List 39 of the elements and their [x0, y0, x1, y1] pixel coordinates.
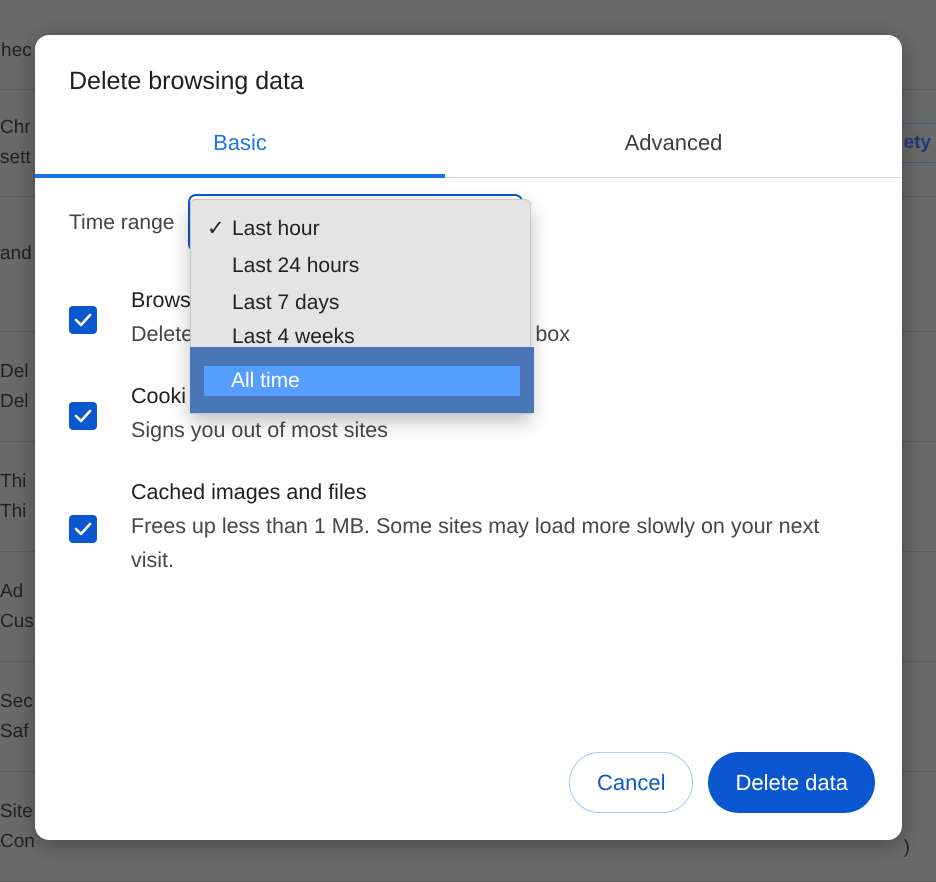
check-mark: ✓: [207, 216, 225, 241]
menu-item[interactable]: ✓ Last hour: [191, 210, 530, 247]
section-heading: and: [0, 243, 32, 265]
tab[interactable]: Basic: [35, 114, 445, 178]
checkbox[interactable]: [69, 514, 97, 542]
row-title: Ad: [0, 580, 24, 602]
row-subtitle: Del: [0, 390, 29, 412]
checkbox[interactable]: [69, 306, 97, 334]
menu-item[interactable]: Last 7 days: [191, 284, 530, 321]
row-subtitle: Thi: [0, 500, 26, 522]
row-subtitle: Cus: [0, 610, 34, 632]
tab[interactable]: Advanced: [445, 114, 902, 178]
option-description: Delete: [131, 321, 194, 348]
checkbox[interactable]: [69, 402, 97, 430]
option-title: Cached images and files: [131, 480, 366, 504]
row-title: Site: [0, 800, 34, 822]
row-end-text: ): [904, 837, 910, 859]
page-title: hec: [1, 40, 32, 62]
delete-button[interactable]: Delete data: [708, 752, 875, 813]
option-description: Signs you out of most sites: [131, 417, 388, 444]
check-icon: [74, 312, 92, 326]
option-title: Brows: [131, 288, 191, 312]
row-title: Chr: [0, 117, 31, 139]
option-title: Cooki: [131, 384, 186, 408]
row-subtitle: Saf: [0, 720, 30, 742]
check-icon: [74, 408, 92, 422]
menu-item[interactable]: Last 4 weeks: [191, 321, 530, 351]
row-subtitle: sett: [0, 147, 31, 169]
row-title: Thi: [0, 470, 26, 492]
cancel-button[interactable]: Cancel: [568, 752, 694, 813]
dialog-title: Delete browsing data: [69, 67, 305, 96]
option-description: box: [535, 321, 570, 348]
option-description: Frees up less than 1 MB. Some sites may load more slowly on your next visit.: [131, 513, 820, 574]
row-title: Del: [0, 360, 29, 382]
field-label: Time range: [69, 211, 174, 235]
menu-item[interactable]: Last 24 hours: [191, 247, 530, 284]
row-subtitle: Con: [0, 830, 35, 852]
check-icon: [74, 522, 92, 536]
row-title: Sec: [0, 690, 33, 712]
